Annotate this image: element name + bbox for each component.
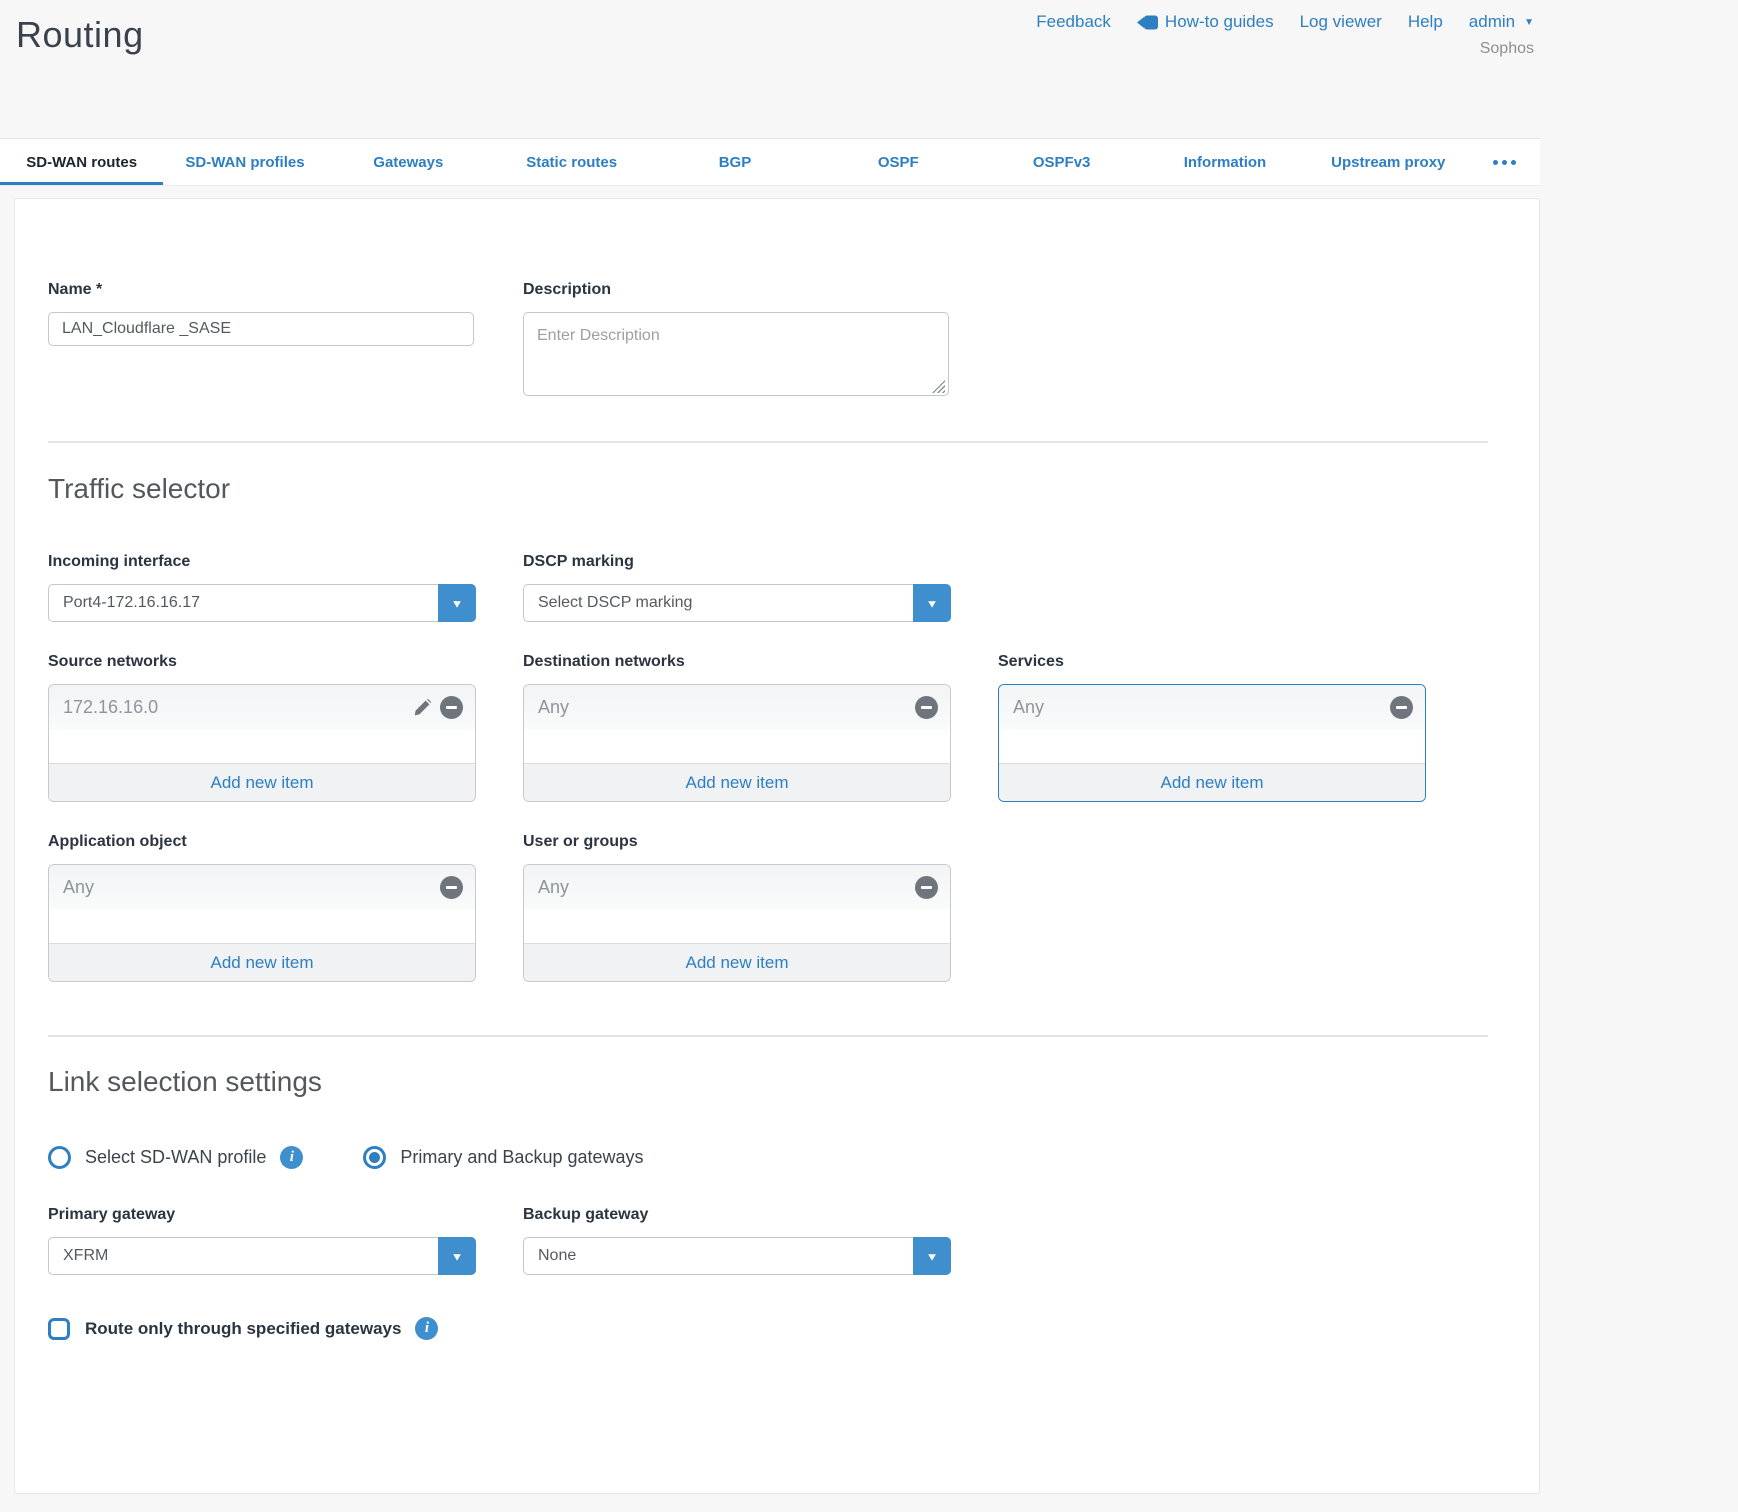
sdwan-route-form: Name * Description Traffic selector Inco… xyxy=(14,198,1540,1494)
tab-upstream-proxy[interactable]: Upstream proxy xyxy=(1307,139,1470,185)
feedback-link[interactable]: Feedback xyxy=(1036,12,1111,32)
source-networks-add-button[interactable]: Add new item xyxy=(49,763,475,801)
log-viewer-link[interactable]: Log viewer xyxy=(1300,12,1382,32)
more-tabs-icon[interactable] xyxy=(1470,139,1540,185)
list-item: Any xyxy=(999,685,1425,730)
chevron-down-icon: ▼ xyxy=(1524,17,1534,28)
incoming-interface-select[interactable]: Port4-172.16.16.17 ▼ xyxy=(48,584,476,622)
radio-select-sdwan-profile[interactable]: Select SD-WAN profile i xyxy=(48,1146,303,1169)
services-listbox: Any Add new item xyxy=(998,684,1426,802)
incoming-interface-caret-button[interactable]: ▼ xyxy=(438,584,476,622)
dscp-marking-caret-button[interactable]: ▼ xyxy=(913,584,951,622)
description-label: Description xyxy=(523,281,951,299)
backup-gateway-select[interactable]: None ▼ xyxy=(523,1237,951,1275)
routing-page: Routing Feedback How-to guides Log viewe… xyxy=(0,0,1540,1494)
list-item: Any xyxy=(524,865,950,910)
chevron-down-icon: ▼ xyxy=(926,597,939,608)
services-add-button[interactable]: Add new item xyxy=(999,763,1425,801)
routing-tabbar: SD-WAN routes SD-WAN profiles Gateways S… xyxy=(0,138,1540,186)
backup-gateway-caret-button[interactable]: ▼ xyxy=(913,1237,951,1275)
link-selection-heading: Link selection settings xyxy=(48,1066,1506,1098)
source-networks-label: Source networks xyxy=(48,653,476,671)
tab-gateways[interactable]: Gateways xyxy=(327,139,490,185)
user-or-groups-label: User or groups xyxy=(523,833,951,851)
description-input[interactable] xyxy=(523,312,949,396)
destination-networks-listbox: Any Add new item xyxy=(523,684,951,802)
gateway-mode-radio-group: Select SD-WAN profile i Primary and Back… xyxy=(48,1146,1506,1169)
pencil-icon[interactable] xyxy=(413,699,431,717)
dscp-marking-label: DSCP marking xyxy=(523,553,951,571)
help-link[interactable]: Help xyxy=(1408,12,1443,32)
howto-guides-label: How-to guides xyxy=(1165,12,1274,32)
incoming-interface-label: Incoming interface xyxy=(48,553,476,571)
info-icon[interactable]: i xyxy=(415,1317,438,1340)
source-networks-listbox: 172.16.16.0 Add new item xyxy=(48,684,476,802)
tab-ospfv3[interactable]: OSPFv3 xyxy=(980,139,1143,185)
info-icon[interactable]: i xyxy=(280,1146,303,1169)
user-or-groups-listbox: Any Add new item xyxy=(523,864,951,982)
traffic-selector-heading: Traffic selector xyxy=(48,473,1506,505)
minus-circle-icon[interactable] xyxy=(915,876,938,899)
primary-gateway-label: Primary gateway xyxy=(48,1206,476,1224)
radio-unchecked-icon xyxy=(48,1146,71,1169)
route-only-checkbox[interactable] xyxy=(48,1318,70,1340)
tab-static-routes[interactable]: Static routes xyxy=(490,139,653,185)
chevron-down-icon: ▼ xyxy=(451,597,464,608)
minus-circle-icon[interactable] xyxy=(440,696,463,719)
tab-information[interactable]: Information xyxy=(1143,139,1306,185)
video-camera-icon xyxy=(1137,15,1158,30)
admin-menu-label: admin xyxy=(1469,12,1515,32)
radio-checked-icon xyxy=(363,1146,386,1169)
section-divider xyxy=(48,1035,1488,1037)
section-divider xyxy=(48,441,1488,443)
dscp-marking-select[interactable]: Select DSCP marking ▼ xyxy=(523,584,951,622)
tab-ospf[interactable]: OSPF xyxy=(817,139,980,185)
minus-circle-icon[interactable] xyxy=(440,876,463,899)
services-label: Services xyxy=(998,653,1426,671)
application-object-label: Application object xyxy=(48,833,476,851)
list-item: Any xyxy=(524,685,950,730)
user-or-groups-add-button[interactable]: Add new item xyxy=(524,943,950,981)
application-object-add-button[interactable]: Add new item xyxy=(49,943,475,981)
route-only-label: Route only through specified gateways xyxy=(85,1319,401,1339)
tab-sdwan-routes[interactable]: SD-WAN routes xyxy=(0,139,163,185)
minus-circle-icon[interactable] xyxy=(915,696,938,719)
top-nav: Feedback How-to guides Log viewer Help a… xyxy=(1036,12,1534,32)
name-input[interactable] xyxy=(48,312,474,346)
application-object-listbox: Any Add new item xyxy=(48,864,476,982)
name-label: Name * xyxy=(48,281,476,299)
primary-gateway-caret-button[interactable]: ▼ xyxy=(438,1237,476,1275)
chevron-down-icon: ▼ xyxy=(451,1250,464,1261)
tab-sdwan-profiles[interactable]: SD-WAN profiles xyxy=(163,139,326,185)
howto-guides-link[interactable]: How-to guides xyxy=(1137,12,1274,32)
page-header: Routing Feedback How-to guides Log viewe… xyxy=(0,0,1540,138)
tab-bgp[interactable]: BGP xyxy=(653,139,816,185)
primary-gateway-select[interactable]: XFRM ▼ xyxy=(48,1237,476,1275)
route-only-row: Route only through specified gateways i xyxy=(48,1317,1506,1340)
radio-primary-backup-gateways[interactable]: Primary and Backup gateways xyxy=(363,1146,643,1169)
backup-gateway-label: Backup gateway xyxy=(523,1206,951,1224)
chevron-down-icon: ▼ xyxy=(926,1250,939,1261)
minus-circle-icon[interactable] xyxy=(1390,696,1413,719)
list-item: 172.16.16.0 xyxy=(49,685,475,730)
destination-networks-add-button[interactable]: Add new item xyxy=(524,763,950,801)
brand-name: Sophos xyxy=(1480,40,1534,58)
destination-networks-label: Destination networks xyxy=(523,653,951,671)
list-item: Any xyxy=(49,865,475,910)
admin-menu[interactable]: admin ▼ xyxy=(1469,12,1534,32)
